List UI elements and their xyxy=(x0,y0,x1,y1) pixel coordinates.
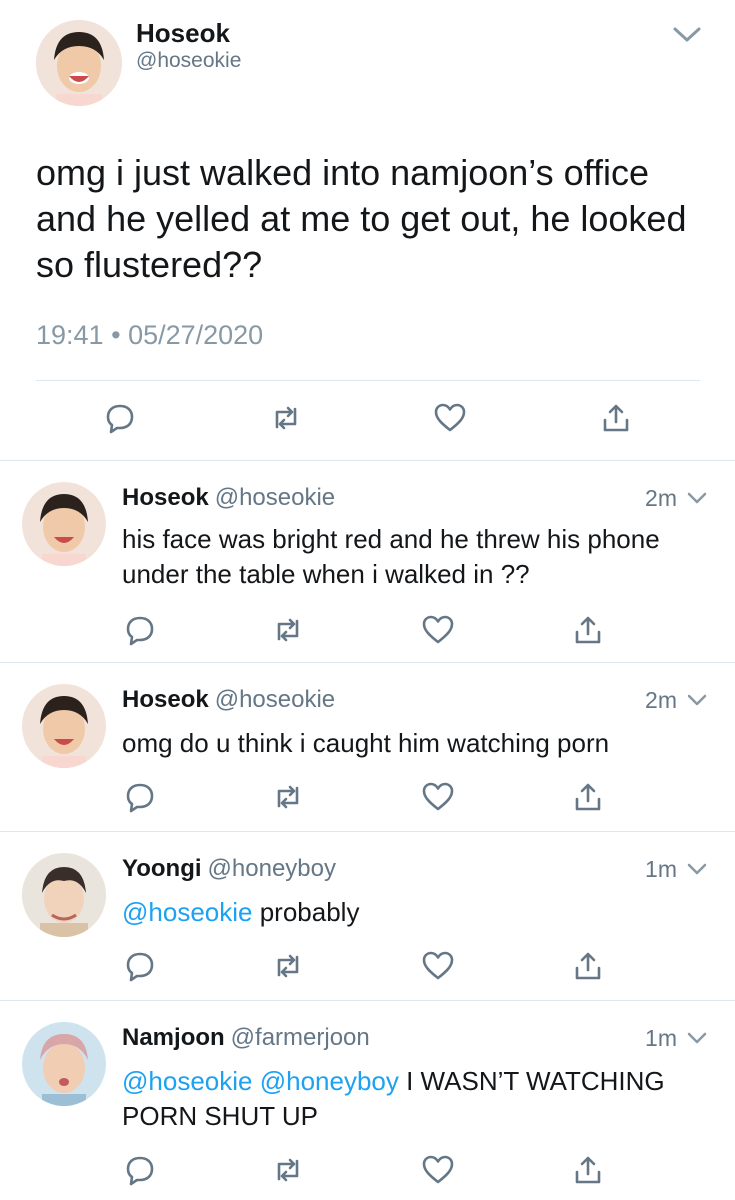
mention-link[interactable]: @hoseokie xyxy=(122,1066,252,1096)
avatar[interactable] xyxy=(36,20,122,106)
reply-icon xyxy=(126,952,154,982)
author-handle[interactable]: @honeyboy xyxy=(208,855,336,882)
author-name[interactable]: Namjoon xyxy=(122,1024,225,1051)
share-icon xyxy=(575,1156,601,1184)
retweet-icon xyxy=(277,785,299,809)
tweet-actions xyxy=(0,948,735,984)
avatar[interactable] xyxy=(22,853,106,937)
author-name[interactable]: Yoongi xyxy=(122,855,202,882)
main-tweet: Hoseok @hoseokie omg i just walked into … xyxy=(0,0,735,460)
share-button[interactable] xyxy=(570,1152,606,1188)
reply-text: omg do u think i caught him watching por… xyxy=(122,726,717,761)
reply-body: probably xyxy=(259,897,360,927)
reply-time: 2m xyxy=(645,485,677,511)
mention-link[interactable]: @honeyboy xyxy=(260,1066,399,1096)
like-button[interactable] xyxy=(420,612,456,648)
reply-icon xyxy=(126,1156,154,1186)
reply-tweet: Namjoon @farmerjoon 1m @hoseokie @honeybo… xyxy=(0,1002,735,1200)
author-handle[interactable]: @hoseokie xyxy=(215,484,335,511)
author-handle[interactable]: @hoseokie xyxy=(136,49,241,73)
reply-icon xyxy=(126,783,154,813)
reply-body: his face was bright red and he threw his… xyxy=(122,524,660,589)
divider xyxy=(0,662,735,663)
chevron-down-icon[interactable] xyxy=(686,861,708,877)
reply-tweet: Hoseok @hoseokie 2m omg do u think i caug… xyxy=(0,664,735,830)
tweet-actions xyxy=(0,612,735,648)
share-icon xyxy=(575,783,601,811)
reply-text: his face was bright red and he threw his… xyxy=(122,522,717,592)
retweet-button[interactable] xyxy=(270,948,306,984)
avatar[interactable] xyxy=(22,482,106,566)
retweet-icon xyxy=(277,618,299,642)
like-icon xyxy=(434,403,466,432)
avatar[interactable] xyxy=(22,1022,106,1106)
tweet-time: 19:41 xyxy=(36,320,104,350)
retweet-icon xyxy=(275,406,297,430)
retweet-icon xyxy=(277,954,299,978)
meta-separator: • xyxy=(111,320,121,350)
like-icon xyxy=(422,951,454,980)
reply-body: omg do u think i caught him watching por… xyxy=(122,728,610,758)
divider xyxy=(0,1000,735,1001)
reply-tweet: Yoongi @honeyboy 1m @hoseokie probably xyxy=(0,833,735,999)
reply-text: @hoseokie @honeyboy I WASN’T WATCHING PO… xyxy=(122,1064,717,1134)
chevron-down-icon[interactable] xyxy=(686,1030,708,1046)
chevron-down-icon[interactable] xyxy=(686,692,708,708)
reply-header: Yoongi @honeyboy xyxy=(122,855,336,883)
chevron-down-icon[interactable] xyxy=(672,24,702,46)
author-name[interactable]: Hoseok xyxy=(122,484,209,511)
reply-button[interactable] xyxy=(122,1152,158,1188)
share-button[interactable] xyxy=(570,779,606,815)
author-name[interactable]: Hoseok xyxy=(136,18,230,49)
tweet-thread: Hoseok @hoseokie omg i just walked into … xyxy=(0,0,735,1200)
reply-time: 1m xyxy=(645,1025,677,1051)
retweet-button[interactable] xyxy=(270,779,306,815)
tweet-date: 05/27/2020 xyxy=(128,320,264,350)
reply-button[interactable] xyxy=(102,400,138,436)
retweet-button[interactable] xyxy=(270,612,306,648)
mention-link[interactable]: @hoseokie xyxy=(122,897,252,927)
tweet-text: omg i just walked into namjoon’s office … xyxy=(36,152,687,285)
reply-time: 2m xyxy=(645,687,677,713)
like-button[interactable] xyxy=(432,400,468,436)
retweet-icon xyxy=(277,1158,299,1182)
share-button[interactable] xyxy=(570,948,606,984)
share-button[interactable] xyxy=(570,612,606,648)
like-icon xyxy=(422,782,454,811)
tweet-actions xyxy=(0,1152,735,1188)
tweet-actions xyxy=(0,400,735,440)
author-handle[interactable]: @hoseokie xyxy=(215,686,335,713)
reply-button[interactable] xyxy=(122,779,158,815)
like-button[interactable] xyxy=(420,948,456,984)
chevron-down-icon[interactable] xyxy=(686,490,708,506)
share-icon xyxy=(603,404,629,432)
reply-icon xyxy=(106,404,134,434)
author-handle[interactable]: @farmerjoon xyxy=(231,1024,370,1051)
reply-text: @hoseokie probably xyxy=(122,895,717,930)
like-icon xyxy=(422,615,454,644)
tweet-actions xyxy=(0,779,735,815)
reply-tweet: Hoseok @hoseokie 2m his face was bright r… xyxy=(0,462,735,660)
divider xyxy=(36,380,700,381)
like-button[interactable] xyxy=(420,779,456,815)
tweet-timestamp: 19:41 • 05/27/2020 xyxy=(36,320,263,351)
retweet-button[interactable] xyxy=(268,400,304,436)
divider xyxy=(0,460,735,461)
author-name[interactable]: Hoseok xyxy=(122,686,209,713)
avatar[interactable] xyxy=(22,684,106,768)
reply-header: Hoseok @hoseokie xyxy=(122,484,335,512)
share-button[interactable] xyxy=(598,400,634,436)
share-icon xyxy=(575,616,601,644)
share-icon xyxy=(575,952,601,980)
reply-header: Namjoon @farmerjoon xyxy=(122,1024,370,1052)
divider xyxy=(0,831,735,832)
retweet-button[interactable] xyxy=(270,1152,306,1188)
like-button[interactable] xyxy=(420,1152,456,1188)
reply-header: Hoseok @hoseokie xyxy=(122,686,335,714)
reply-button[interactable] xyxy=(122,612,158,648)
reply-icon xyxy=(126,616,154,646)
reply-time: 1m xyxy=(645,856,677,882)
like-icon xyxy=(422,1155,454,1184)
reply-button[interactable] xyxy=(122,948,158,984)
